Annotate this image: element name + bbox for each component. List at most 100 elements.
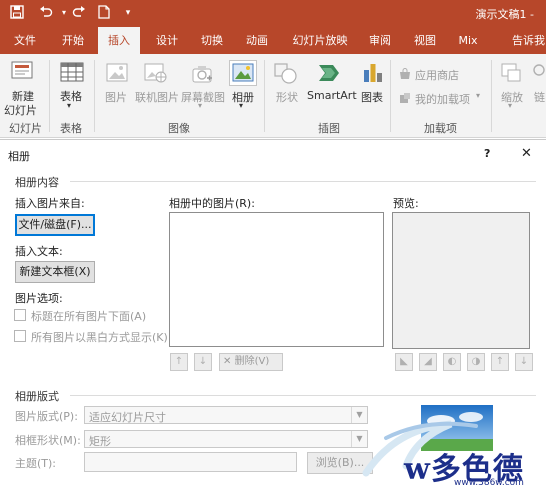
screenshot-icon[interactable] — [190, 64, 214, 87]
chart-label[interactable]: 图表 — [361, 89, 383, 105]
delete-button-label: 删除(V) — [234, 356, 270, 367]
divider — [70, 395, 536, 396]
frame-shape-label: 相框形状(M): — [15, 434, 81, 447]
redo-icon[interactable] — [71, 5, 87, 21]
pictures-icon[interactable] — [106, 62, 128, 87]
tab-insert[interactable]: 插入 — [98, 27, 140, 54]
chevron-down-icon[interactable]: ▾ — [508, 101, 512, 110]
browse-button[interactable]: 浏览(B)... — [307, 452, 373, 474]
insert-from-label: 插入图片来自: — [15, 197, 85, 210]
tab-slide-show[interactable]: 幻灯片放映 — [287, 27, 353, 54]
undo-dropdown-icon[interactable]: ▾ — [56, 5, 72, 21]
pictures-in-album-label: 相册中的图片(R): — [169, 197, 255, 210]
photo-album-icon[interactable] — [229, 60, 257, 86]
link-label[interactable]: 链 — [534, 89, 545, 105]
pictures-label[interactable]: 图片 — [105, 89, 127, 105]
file-disk-button[interactable]: 文件/磁盘(F)... — [15, 214, 95, 236]
group-separator — [94, 60, 95, 132]
tab-transitions[interactable]: 切换 — [194, 27, 230, 54]
contrast-up-icon[interactable]: ◐ — [443, 353, 461, 371]
captions-checkbox[interactable] — [14, 309, 26, 321]
table-icon[interactable] — [60, 62, 84, 87]
close-icon[interactable]: ✕ — [521, 146, 532, 161]
group-separator — [390, 60, 391, 132]
black-white-option-label[interactable]: 所有图片以黑白方式显示(K) — [31, 329, 168, 345]
album-content-heading: 相册内容 — [15, 176, 59, 189]
shapes-label[interactable]: 形状 — [276, 89, 298, 105]
help-icon[interactable]: ? — [484, 147, 490, 160]
new-slide-icon[interactable] — [10, 60, 34, 85]
tab-home[interactable]: 开始 — [55, 27, 91, 54]
tab-design[interactable]: 设计 — [149, 27, 185, 54]
chevron-down-icon[interactable]: ▾ — [198, 101, 202, 110]
tab-animations[interactable]: 动画 — [239, 27, 275, 54]
chevron-down-icon: ▼ — [351, 431, 367, 447]
chevron-down-icon[interactable]: ▾ — [67, 101, 71, 110]
theme-label: 主题(T): — [15, 457, 57, 470]
my-addins-icon[interactable] — [399, 92, 411, 107]
tab-file[interactable]: 文件 — [6, 27, 44, 54]
group-slides: 幻灯片 — [9, 122, 42, 135]
contrast-down-icon[interactable]: ◑ — [467, 353, 485, 371]
divider — [70, 181, 536, 182]
move-up-icon[interactable]: ↑ — [170, 353, 188, 371]
ribbon-insert: 新建 幻灯片 幻灯片 表格 ▾ 表格 图片 联机图片 屏幕截图 ▾ 相册 ▾ 图… — [0, 54, 546, 138]
group-addins: 加载项 — [424, 122, 457, 135]
insert-text-label: 插入文本: — [15, 245, 63, 258]
screenshot-label[interactable]: 屏幕截图 — [181, 89, 225, 105]
picture-layout-select[interactable]: 适应幻灯片尺寸 ▼ — [84, 406, 368, 424]
rotate-right-icon[interactable]: ◢ — [419, 353, 437, 371]
store-icon[interactable] — [399, 68, 411, 83]
photo-album-dialog: 相册 ? ✕ 相册内容 插入图片来自: 文件/磁盘(F)... 插入文本: 新建… — [0, 139, 546, 491]
group-separator — [264, 60, 265, 132]
brightness-down-icon[interactable]: ↓ — [515, 353, 533, 371]
online-pictures-icon[interactable] — [144, 62, 168, 87]
my-addins-label[interactable]: 我的加载项 — [415, 91, 470, 107]
store-label[interactable]: 应用商店 — [415, 67, 459, 83]
move-down-icon[interactable]: ↓ — [194, 353, 212, 371]
undo-icon[interactable] — [38, 5, 54, 21]
chevron-down-icon: ▼ — [351, 407, 367, 423]
new-textbox-button[interactable]: 新建文本框(X) — [15, 261, 95, 283]
picture-layout-label: 图片版式(P): — [15, 410, 78, 423]
frame-shape-value: 矩形 — [89, 435, 111, 448]
powerpoint-window: ▾ ▾ 演示文稿1 - 文件 开始 插入 设计 切换 动画 幻灯片放映 审阅 视… — [0, 0, 546, 491]
preview-label: 预览: — [393, 197, 419, 210]
tab-tell-me[interactable]: 告诉我 — [512, 27, 546, 54]
link-icon[interactable] — [532, 62, 546, 87]
preview-pane — [392, 212, 530, 349]
new-document-icon[interactable] — [96, 5, 112, 21]
delete-icon: ✕ — [223, 356, 232, 367]
captions-option-label[interactable]: 标题在所有图片下面(A) — [31, 308, 146, 324]
smartart-icon[interactable] — [316, 62, 342, 87]
layout-preview-image — [421, 405, 493, 451]
group-separator — [49, 60, 50, 132]
brightness-up-icon[interactable]: ↑ — [491, 353, 509, 371]
new-slide-label-2[interactable]: 幻灯片 — [4, 102, 37, 118]
frame-shape-select[interactable]: 矩形 ▼ — [84, 430, 368, 448]
save-icon[interactable] — [9, 5, 25, 21]
group-separator — [491, 60, 492, 132]
picture-layout-value: 适应幻灯片尺寸 — [89, 411, 166, 424]
customize-dropdown-icon[interactable]: ▾ — [120, 5, 136, 21]
tab-view[interactable]: 视图 — [407, 27, 443, 54]
smartart-label[interactable]: SmartArt — [307, 89, 357, 102]
delete-button[interactable]: ✕ 删除(V) — [219, 353, 283, 371]
tab-mix[interactable]: Mix — [452, 27, 484, 54]
dialog-title: 相册 — [8, 150, 30, 163]
group-illustrations: 插图 — [318, 122, 340, 135]
theme-input[interactable] — [84, 452, 297, 472]
shapes-icon[interactable] — [273, 62, 299, 87]
title-bar: ▾ ▾ 演示文稿1 - — [0, 0, 546, 27]
chevron-down-icon[interactable]: ▾ — [476, 91, 480, 100]
tab-review[interactable]: 审阅 — [362, 27, 398, 54]
rotate-left-icon[interactable]: ◣ — [395, 353, 413, 371]
pictures-in-album-list[interactable] — [169, 212, 384, 347]
zoom-icon[interactable] — [500, 62, 522, 87]
picture-options-label: 图片选项: — [15, 292, 63, 305]
group-tables: 表格 — [60, 122, 82, 135]
chevron-down-icon[interactable]: ▾ — [239, 101, 243, 110]
black-white-checkbox[interactable] — [14, 330, 26, 342]
online-pictures-label[interactable]: 联机图片 — [135, 89, 179, 105]
chart-icon[interactable] — [362, 60, 384, 87]
